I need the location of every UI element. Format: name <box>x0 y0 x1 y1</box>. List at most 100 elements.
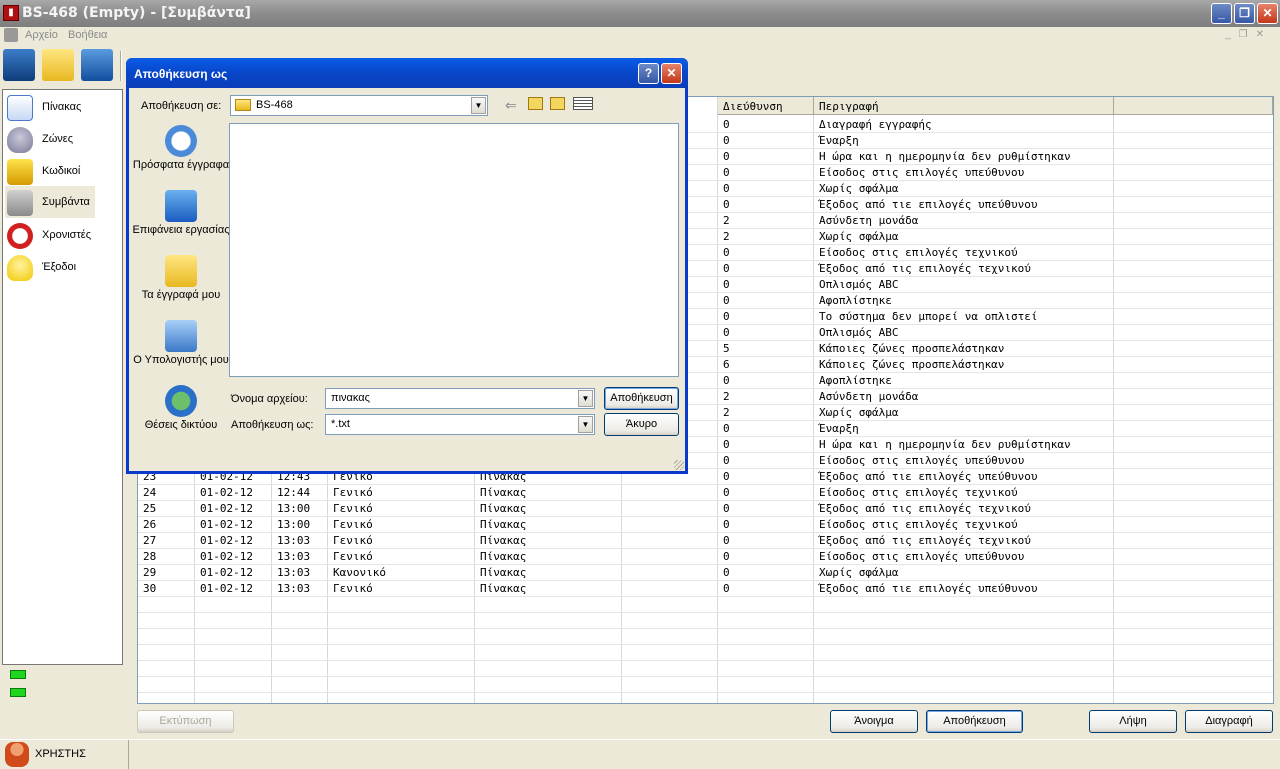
cell-description: Είσοδος στις επιλογές υπεύθυνου <box>819 166 1025 179</box>
table-row[interactable]: 26 01-02-12 13:00 Γενικό Πίνακας 0 Είσοδος στι… <box>138 517 1273 533</box>
cell-address: 0 <box>723 182 730 195</box>
dialog-save-button[interactable]: Αποθήκευση <box>604 387 679 410</box>
cell-address: 0 <box>723 166 730 179</box>
back-arrow-icon[interactable]: ⇐ <box>505 97 517 114</box>
cell-description: Κάποιες ζώνες προσπελάστηκαν <box>819 358 1005 371</box>
cell-time: 13:03 <box>277 566 311 579</box>
mdi-window-controls[interactable]: _❐✕ <box>1225 29 1272 40</box>
menu-file[interactable]: Αρχείο <box>25 29 58 41</box>
place-my-computer[interactable]: Ο Υπολογιστής μου <box>132 320 230 367</box>
cell-address: 0 <box>723 246 730 259</box>
sidebar-item-codes[interactable]: Κωδικοί <box>5 157 95 185</box>
table-row[interactable]: 25 01-02-12 13:00 Γενικό Πίνακας 0 Έξοδος από … <box>138 501 1273 517</box>
status-led <box>10 670 26 679</box>
table-row[interactable]: 29 01-02-12 13:03 Κανονικό Πίνακας 0 Χωρίς σφά… <box>138 565 1273 581</box>
chevron-down-icon[interactable]: ▼ <box>578 390 593 407</box>
cell-address: 0 <box>723 438 730 451</box>
zones-bell-icon <box>7 127 33 153</box>
cell-date: 01-02-12 <box>200 502 253 515</box>
menu-bar: Αρχείο Βοήθεια <box>0 27 1280 45</box>
place-label: Ο Υπολογιστής μου <box>133 354 229 366</box>
help-button[interactable]: ? <box>638 63 659 84</box>
print-button[interactable]: Εκτύπωση <box>137 710 234 733</box>
filetype-dropdown[interactable]: *.txt ▼ <box>325 414 595 435</box>
cell-address: 6 <box>723 358 730 371</box>
dialog-close-button[interactable]: ✕ <box>661 63 682 84</box>
header-address[interactable]: Διεύθυνση <box>718 97 814 115</box>
header-description[interactable]: Περιγραφή <box>814 97 1114 115</box>
menu-help[interactable]: Βοήθεια <box>68 29 107 41</box>
sidebar-item-events[interactable]: Συμβάντα <box>5 186 95 218</box>
dialog-cancel-button[interactable]: Άκυρο <box>604 413 679 436</box>
up-folder-icon[interactable] <box>528 97 543 110</box>
cell-no: 28 <box>143 550 157 563</box>
file-list[interactable] <box>229 123 679 377</box>
view-menu-icon[interactable] <box>573 97 593 110</box>
place-network[interactable]: Θέσεις δικτύου <box>132 385 230 432</box>
save-button[interactable]: Αποθήκευση <box>926 710 1023 733</box>
lightbulb-icon <box>7 255 33 281</box>
cell-description: Διαγραφή εγγραφής <box>819 118 932 131</box>
cell-date: 01-02-12 <box>200 582 253 595</box>
place-label: Επιφάνεια εργασίας <box>132 224 230 236</box>
place-my-documents[interactable]: Τα έγγραφά μου <box>132 255 230 302</box>
cell-address: 2 <box>723 406 730 419</box>
cell-description: Είσοδος στις επιλογές υπεύθυνου <box>819 454 1025 467</box>
cell-time: 13:00 <box>277 502 311 515</box>
close-button[interactable]: ✕ <box>1257 3 1278 24</box>
table-row[interactable]: 24 01-02-12 12:44 Γενικό Πίνακας 0 Είσοδος στι… <box>138 485 1273 501</box>
sidebar-item-panel[interactable]: Πίνακας <box>5 93 95 121</box>
filename-value: πινακας <box>331 392 370 404</box>
cell-description: Η ώρα και η ημερομηνία δεν ρυθμίστηκαν <box>819 150 1071 163</box>
cell-no: 30 <box>143 582 157 595</box>
place-recent[interactable]: Πρόσφατα έγγραφα <box>132 125 230 172</box>
save-in-dropdown[interactable]: BS-468 ▼ <box>230 95 488 116</box>
chevron-down-icon[interactable]: ▼ <box>471 97 486 114</box>
dialog-body: Αποθήκευση σε: BS-468 ▼ ⇐ Πρόσφατα έγγρα… <box>129 88 685 471</box>
cell-source: Πίνακας <box>480 518 527 531</box>
cell-description: Το σύστημα δεν μπορεί να οπλιστεί <box>819 310 1038 323</box>
cell-address: 0 <box>723 294 730 307</box>
sidebar-item-zones[interactable]: Ζώνες <box>5 125 95 153</box>
empty-row <box>138 629 1273 645</box>
table-row[interactable]: 28 01-02-12 13:03 Γενικό Πίνακας 0 Είσοδος στι… <box>138 549 1273 565</box>
table-row[interactable]: 30 01-02-12 13:03 Γενικό Πίνακας 0 Έξοδος από … <box>138 581 1273 597</box>
cell-description: Ασύνδετη μονάδα <box>819 214 919 227</box>
save-disk-icon[interactable] <box>81 49 113 81</box>
sidebar-item-timers[interactable]: Χρονιστές <box>5 221 95 249</box>
cell-source: Πίνακας <box>480 486 527 499</box>
table-row[interactable]: 27 01-02-12 13:03 Γενικό Πίνακας 0 Έξοδος από … <box>138 533 1273 549</box>
filename-input[interactable]: πινακας ▼ <box>325 388 595 409</box>
empty-row <box>138 597 1273 613</box>
place-desktop[interactable]: Επιφάνεια εργασίας <box>132 190 230 237</box>
folder-icon[interactable] <box>42 49 74 81</box>
menu-app-icon <box>4 28 18 42</box>
user-avatar-icon <box>5 742 29 767</box>
cell-description: Είσοδος στις επιλογές τεχνικού <box>819 518 1018 531</box>
minimize-button[interactable]: _ <box>1211 3 1232 24</box>
computer-icon[interactable] <box>3 49 35 81</box>
maximize-button[interactable]: ❐ <box>1234 3 1255 24</box>
delete-button[interactable]: Διαγραφή <box>1185 710 1273 733</box>
open-button[interactable]: Άνοιγμα <box>830 710 918 733</box>
cell-address: 2 <box>723 390 730 403</box>
chevron-down-icon[interactable]: ▼ <box>578 416 593 433</box>
new-folder-icon[interactable] <box>550 97 565 110</box>
cell-source: Πίνακας <box>480 534 527 547</box>
cell-address: 2 <box>723 230 730 243</box>
cell-time: 13:00 <box>277 518 311 531</box>
receive-button[interactable]: Λήψη <box>1089 710 1177 733</box>
dialog-title-bar: Αποθήκευση ως ? ✕ <box>126 58 688 88</box>
cell-description: Έναρξη <box>819 422 859 435</box>
cell-description: Έξοδος από τις επιλογές τεχνικού <box>819 262 1031 275</box>
my-computer-icon <box>165 320 197 352</box>
sidebar-item-outputs[interactable]: Έξοδοι <box>5 253 95 281</box>
cell-description: Οπλισμός ABC <box>819 326 899 339</box>
cell-address: 0 <box>723 518 730 531</box>
cell-source: Πίνακας <box>480 566 527 579</box>
resize-grip[interactable] <box>674 460 684 470</box>
cell-address: 0 <box>723 470 730 483</box>
cell-address: 0 <box>723 502 730 515</box>
cell-description: Είσοδος στις επιλογές τεχνικού <box>819 246 1018 259</box>
cell-description: Αφοπλίστηκε <box>819 294 892 307</box>
